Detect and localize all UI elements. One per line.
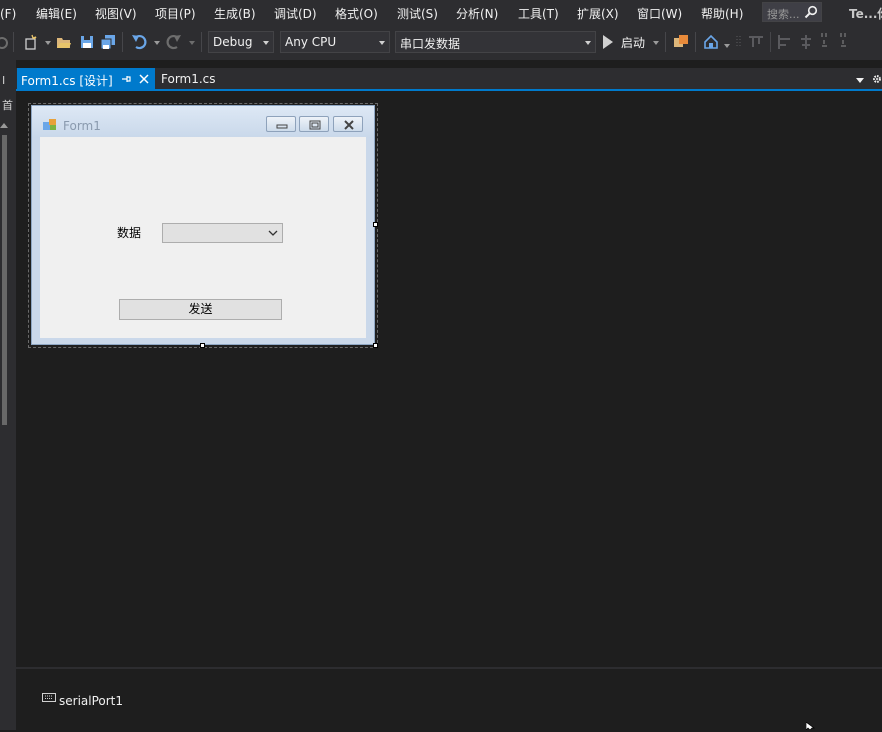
play-icon xyxy=(603,35,613,49)
platform-value: Any CPU xyxy=(285,35,337,49)
solution-config-value: Debug xyxy=(213,35,253,49)
new-dropdown-icon[interactable] xyxy=(45,41,51,45)
browser-link-icon[interactable] xyxy=(673,34,689,50)
form-client-area[interactable]: 数据 发送 xyxy=(40,137,366,338)
tab-label: Form1.cs [设计] xyxy=(21,74,113,88)
home-icon[interactable] xyxy=(703,34,719,50)
menu-file[interactable]: 文件(F) xyxy=(0,5,16,22)
menu-bar: 文件(F) 编辑(E) 视图(V) 项目(P) 生成(B) 调试(D) 格式(O… xyxy=(0,0,882,26)
menu-help[interactable]: 帮助(H) xyxy=(701,5,743,22)
chevron-down-icon xyxy=(585,41,591,45)
serial-port-icon xyxy=(42,693,56,702)
toolbar-separator xyxy=(201,32,202,52)
redo-icon[interactable] xyxy=(166,34,182,50)
vertical-spacing-icon[interactable] xyxy=(819,32,835,48)
component-tray: serialPort1 xyxy=(16,667,882,732)
search-icon xyxy=(804,5,818,19)
platform-select[interactable]: Any CPU xyxy=(280,31,390,53)
scroll-up-icon[interactable] xyxy=(0,121,8,129)
data-label: 数据 xyxy=(117,226,142,240)
resize-handle-right[interactable] xyxy=(373,222,378,227)
chevron-down-icon xyxy=(263,41,269,45)
toolbar-separator xyxy=(770,32,771,52)
toolbar-overflow-icon[interactable] xyxy=(838,32,854,48)
redo-dropdown-icon[interactable] xyxy=(189,41,195,45)
solution-config-select[interactable]: Debug xyxy=(208,31,274,53)
menu-edit[interactable]: 编辑(E) xyxy=(36,5,77,22)
maximize-icon xyxy=(309,120,321,130)
data-combobox[interactable] xyxy=(162,223,283,243)
form1-window[interactable]: Form1 数据 发送 xyxy=(31,105,375,345)
form-maximize-button[interactable] xyxy=(299,116,329,132)
menu-project[interactable]: 项目(P) xyxy=(155,5,196,22)
save-all-icon[interactable] xyxy=(100,34,116,50)
toolbar-separator xyxy=(695,32,696,52)
resize-handle-bottom[interactable] xyxy=(200,343,205,348)
new-project-icon[interactable] xyxy=(23,34,39,50)
align-tops-icon[interactable] xyxy=(748,34,764,50)
form-close-button[interactable] xyxy=(333,116,363,132)
undo-dropdown-icon[interactable] xyxy=(154,41,160,45)
chevron-down-icon xyxy=(379,41,385,45)
align-lefts-icon[interactable] xyxy=(777,34,793,50)
open-folder-icon[interactable] xyxy=(56,34,72,50)
search-placeholder: 搜索... xyxy=(767,8,800,21)
save-icon[interactable] xyxy=(79,34,95,50)
quick-search-input[interactable]: 搜索... xyxy=(762,2,822,22)
resize-handle-corner[interactable] xyxy=(373,343,378,348)
left-strip-char[interactable]: 首 xyxy=(2,97,13,113)
menu-window[interactable]: 窗口(W) xyxy=(637,5,682,22)
tab-form1-design[interactable]: Form1.cs [设计] xyxy=(17,68,155,89)
tab-form1-code[interactable]: Form1.cs xyxy=(161,72,216,86)
chevron-down-icon xyxy=(268,230,278,236)
menu-view[interactable]: 视图(V) xyxy=(95,5,137,22)
close-icon xyxy=(344,120,354,130)
form-title: Form1 xyxy=(63,119,101,133)
account-brand[interactable]: Te...你 xyxy=(849,5,882,22)
menu-format[interactable]: 格式(O) xyxy=(335,5,378,22)
menu-analyze[interactable]: 分析(N) xyxy=(456,5,498,22)
start-dropdown-icon[interactable] xyxy=(653,41,659,45)
menu-test[interactable]: 测试(S) xyxy=(397,5,438,22)
form-minimize-button[interactable] xyxy=(266,116,296,132)
left-tool-window-strip: I 首 xyxy=(0,60,16,730)
home-dropdown-icon[interactable] xyxy=(724,44,730,48)
startup-project-value: 串口发数据 xyxy=(400,37,461,51)
navigate-forward-icon[interactable] xyxy=(0,35,10,51)
start-label: 启动 xyxy=(621,36,646,50)
send-button[interactable]: 发送 xyxy=(119,299,282,320)
form-title-bar: Form1 xyxy=(32,106,374,138)
startup-project-select[interactable]: 串口发数据 xyxy=(395,31,596,53)
undo-icon[interactable] xyxy=(131,34,147,50)
form-app-icon xyxy=(43,119,56,130)
align-centers-icon[interactable] xyxy=(798,34,814,50)
toolbar-separator xyxy=(665,32,666,52)
toolbar-separator xyxy=(122,32,123,52)
minimize-icon xyxy=(276,124,288,129)
close-icon[interactable] xyxy=(138,73,150,85)
tab-overflow-dropdown-icon[interactable] xyxy=(856,78,864,83)
menu-build[interactable]: 生成(B) xyxy=(214,5,256,22)
toolbar-separator xyxy=(13,32,14,52)
serial-port-component[interactable]: serialPort1 xyxy=(59,694,123,708)
standard-toolbar: Debug Any CPU 串口发数据 启动 xyxy=(0,26,882,60)
menu-extensions[interactable]: 扩展(X) xyxy=(577,5,619,22)
mouse-cursor-icon xyxy=(806,722,816,730)
tab-accent-line xyxy=(16,89,882,91)
vertical-scrollbar-thumb[interactable] xyxy=(2,135,7,425)
pin-icon[interactable] xyxy=(120,73,132,85)
gear-icon[interactable] xyxy=(872,73,882,85)
menu-debug[interactable]: 调试(D) xyxy=(274,5,317,22)
left-strip-char[interactable]: I xyxy=(2,74,5,87)
menu-tools[interactable]: 工具(T) xyxy=(518,5,559,22)
